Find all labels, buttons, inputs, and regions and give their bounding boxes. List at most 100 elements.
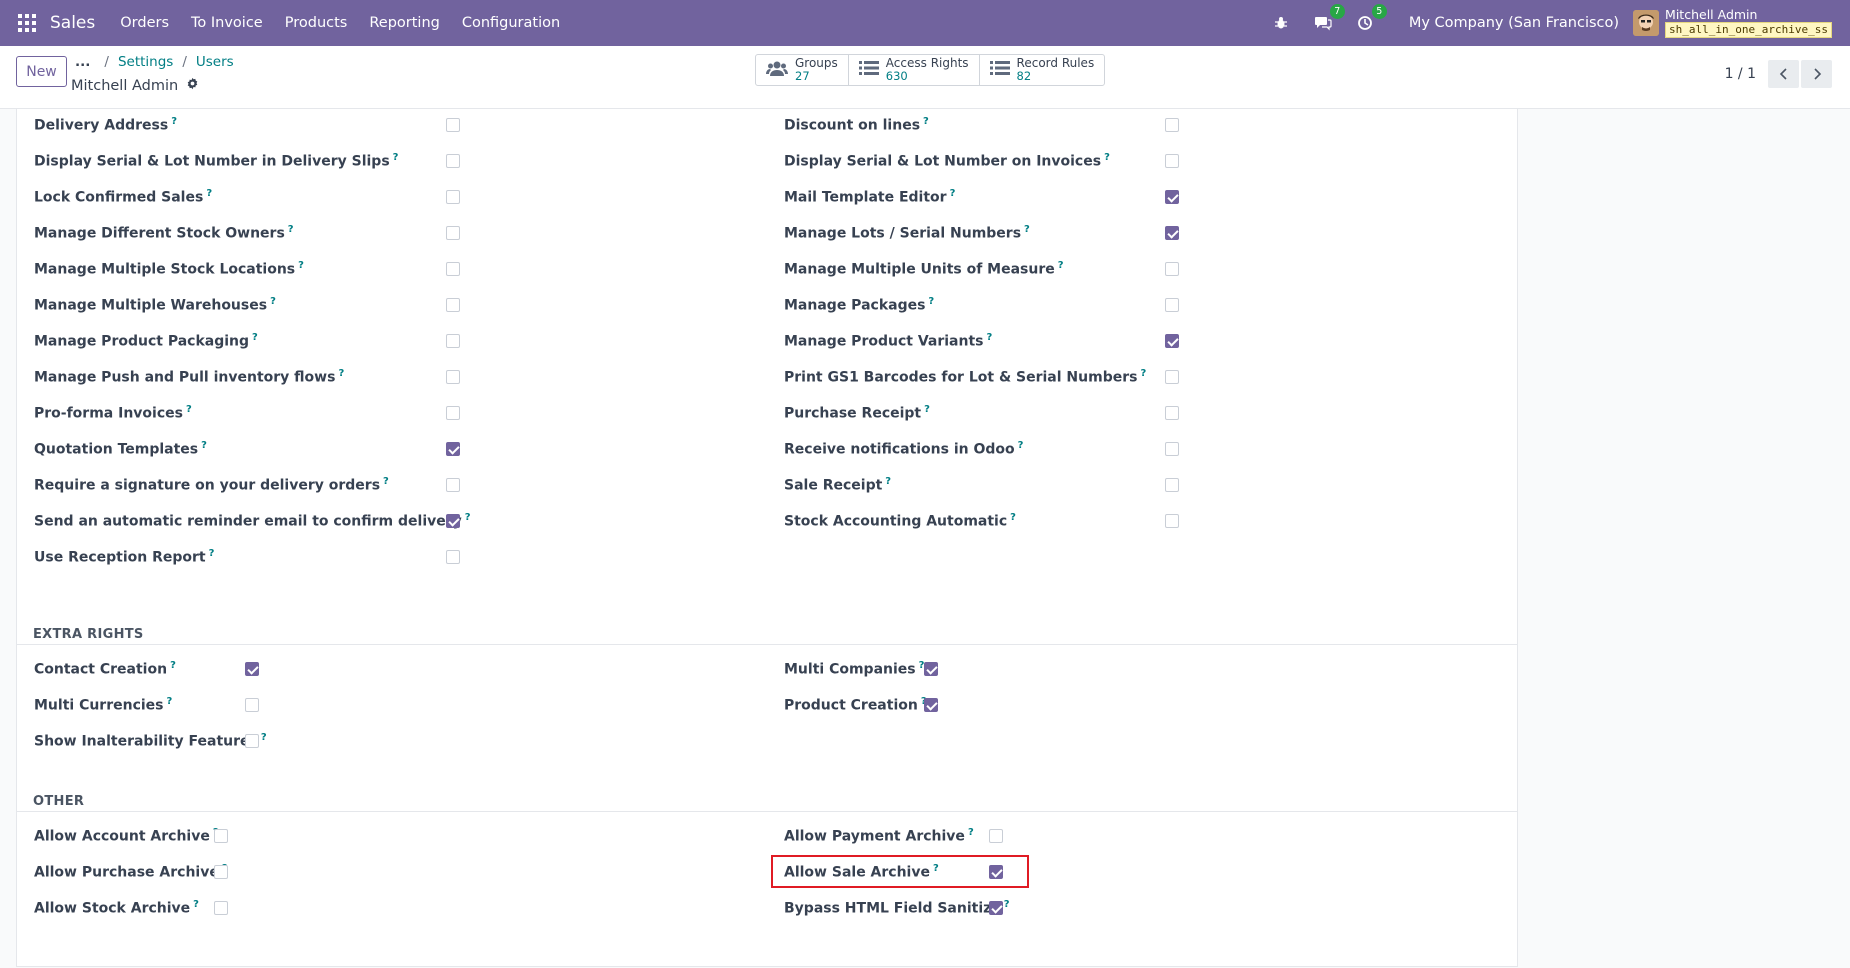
help-tooltip-icon[interactable]: ?: [338, 368, 344, 379]
gear-icon[interactable]: [186, 77, 199, 94]
help-tooltip-icon[interactable]: ?: [193, 899, 199, 910]
checkbox-delivery-address[interactable]: [446, 118, 460, 132]
help-tooltip-icon[interactable]: ?: [288, 224, 294, 235]
checkbox-print-gs1-barcodes-for-lot-serial-numbers[interactable]: [1165, 370, 1179, 384]
help-tooltip-icon[interactable]: ?: [170, 660, 176, 671]
checkbox-manage-product-packaging[interactable]: [446, 334, 460, 348]
checkbox-send-an-automatic-reminder-email-to-confirm-delivery[interactable]: [446, 514, 460, 528]
checkbox-use-reception-report[interactable]: [446, 550, 460, 564]
help-tooltip-icon[interactable]: ?: [393, 152, 399, 163]
menu-configuration[interactable]: Configuration: [451, 15, 571, 31]
breadcrumb-users[interactable]: Users: [196, 54, 234, 70]
help-tooltip-icon[interactable]: ?: [1140, 368, 1146, 379]
help-tooltip-icon[interactable]: ?: [1104, 152, 1110, 163]
field-label-product-creation: Product Creation?: [784, 696, 927, 714]
checkbox-discount-on-lines[interactable]: [1165, 118, 1179, 132]
checkbox-quotation-templates[interactable]: [446, 442, 460, 456]
help-tooltip-icon[interactable]: ?: [298, 260, 304, 271]
field-label-pro-forma-invoices: Pro-forma Invoices?: [34, 404, 192, 422]
checkbox-sale-receipt[interactable]: [1165, 478, 1179, 492]
checkbox-stock-accounting-automatic[interactable]: [1165, 514, 1179, 528]
breadcrumb-separator: /: [104, 54, 109, 70]
field-label-print-gs1-barcodes-for-lot-serial-numbers: Print GS1 Barcodes for Lot & Serial Numb…: [784, 368, 1146, 386]
pager-next-button[interactable]: [1801, 60, 1832, 88]
menu-reporting[interactable]: Reporting: [358, 15, 451, 31]
breadcrumb-settings[interactable]: Settings: [118, 54, 173, 70]
help-tooltip-icon[interactable]: ?: [167, 696, 173, 707]
help-tooltip-icon[interactable]: ?: [252, 332, 258, 343]
help-tooltip-icon[interactable]: ?: [1010, 512, 1016, 523]
checkbox-lock-confirmed-sales[interactable]: [446, 190, 460, 204]
help-tooltip-icon[interactable]: ?: [201, 440, 207, 451]
checkbox-manage-packages[interactable]: [1165, 298, 1179, 312]
checkbox-bypass-html-field-sanitize[interactable]: [989, 901, 1003, 915]
checkbox-mail-template-editor[interactable]: [1165, 190, 1179, 204]
help-tooltip-icon[interactable]: ?: [924, 404, 930, 415]
field-label-manage-push-and-pull-inventory-flows: Manage Push and Pull inventory flows?: [34, 368, 344, 386]
checkbox-pro-forma-invoices[interactable]: [446, 406, 460, 420]
help-tooltip-icon[interactable]: ?: [1004, 899, 1010, 910]
help-tooltip-icon[interactable]: ?: [186, 404, 192, 415]
help-tooltip-icon[interactable]: ?: [928, 296, 934, 307]
help-tooltip-icon[interactable]: ?: [1058, 260, 1064, 271]
app-name[interactable]: Sales: [50, 13, 95, 33]
help-tooltip-icon[interactable]: ?: [885, 476, 891, 487]
pager-value[interactable]: 1 / 1: [1725, 66, 1756, 82]
company-switcher[interactable]: My Company (San Francisco): [1409, 15, 1619, 31]
help-tooltip-icon[interactable]: ?: [1018, 440, 1024, 451]
help-tooltip-icon[interactable]: ?: [923, 116, 929, 127]
checkbox-multi-currencies[interactable]: [245, 698, 259, 712]
chat-icon[interactable]: 7: [1313, 4, 1345, 33]
help-tooltip-icon[interactable]: ?: [986, 332, 992, 343]
menu-to-invoice[interactable]: To Invoice: [180, 15, 274, 31]
checkbox-allow-stock-archive[interactable]: [214, 901, 228, 915]
help-tooltip-icon[interactable]: ?: [171, 116, 177, 127]
help-tooltip-icon[interactable]: ?: [968, 827, 974, 838]
checkbox-display-serial-lot-number-in-delivery-slips[interactable]: [446, 154, 460, 168]
breadcrumb-ellipsis[interactable]: ...: [75, 54, 90, 70]
groups-smart-button[interactable]: Groups 27: [756, 55, 849, 85]
menu-orders[interactable]: Orders: [109, 15, 180, 31]
field-label-text: Lock Confirmed Sales: [34, 189, 204, 206]
field-label-manage-multiple-warehouses: Manage Multiple Warehouses?: [34, 296, 276, 314]
checkbox-product-creation[interactable]: [924, 698, 938, 712]
help-tooltip-icon[interactable]: ?: [206, 188, 212, 199]
top-navbar: Sales Orders To Invoice Products Reporti…: [0, 0, 1850, 46]
pager-previous-button[interactable]: [1768, 60, 1799, 88]
help-tooltip-icon[interactable]: ?: [270, 296, 276, 307]
checkbox-manage-multiple-warehouses[interactable]: [446, 298, 460, 312]
checkbox-purchase-receipt[interactable]: [1165, 406, 1179, 420]
checkbox-manage-lots-serial-numbers[interactable]: [1165, 226, 1179, 240]
help-tooltip-icon[interactable]: ?: [261, 732, 267, 743]
checkbox-manage-multiple-units-of-measure[interactable]: [1165, 262, 1179, 276]
record-rules-smart-button[interactable]: Record Rules 82: [980, 55, 1105, 85]
checkbox-allow-account-archive[interactable]: [214, 829, 228, 843]
checkbox-manage-push-and-pull-inventory-flows[interactable]: [446, 370, 460, 384]
debug-bug-icon[interactable]: [1271, 13, 1291, 33]
field-label-quotation-templates: Quotation Templates?: [34, 440, 207, 458]
user-avatar[interactable]: [1633, 10, 1660, 36]
checkbox-allow-payment-archive[interactable]: [989, 829, 1003, 843]
checkbox-display-serial-lot-number-on-invoices[interactable]: [1165, 154, 1179, 168]
help-tooltip-icon[interactable]: ?: [383, 476, 389, 487]
checkbox-show-inalterability-features[interactable]: [245, 734, 259, 748]
checkbox-require-a-signature-on-your-delivery-orders[interactable]: [446, 478, 460, 492]
activity-clock-icon[interactable]: 5: [1355, 4, 1387, 33]
control-panel: New ... / Settings / Users Mitchell Admi…: [0, 46, 1850, 109]
new-button[interactable]: New: [16, 56, 67, 87]
checkbox-manage-product-variants[interactable]: [1165, 334, 1179, 348]
checkbox-receive-notifications-in-odoo[interactable]: [1165, 442, 1179, 456]
checkbox-manage-multiple-stock-locations[interactable]: [446, 262, 460, 276]
checkbox-multi-companies[interactable]: [924, 662, 938, 676]
help-tooltip-icon[interactable]: ?: [209, 548, 215, 559]
user-menu[interactable]: Mitchell Admin sh_all_in_one_archive_ss: [1665, 8, 1832, 38]
checkbox-allow-purchase-archive[interactable]: [214, 865, 228, 879]
help-tooltip-icon[interactable]: ?: [1024, 224, 1030, 235]
apps-menu-icon[interactable]: [18, 14, 36, 32]
access-rights-smart-button[interactable]: Access Rights 630: [849, 55, 980, 85]
checkbox-manage-different-stock-owners[interactable]: [446, 226, 460, 240]
checkbox-contact-creation[interactable]: [245, 662, 259, 676]
menu-products[interactable]: Products: [274, 15, 359, 31]
help-tooltip-icon[interactable]: ?: [465, 512, 471, 523]
help-tooltip-icon[interactable]: ?: [950, 188, 956, 199]
